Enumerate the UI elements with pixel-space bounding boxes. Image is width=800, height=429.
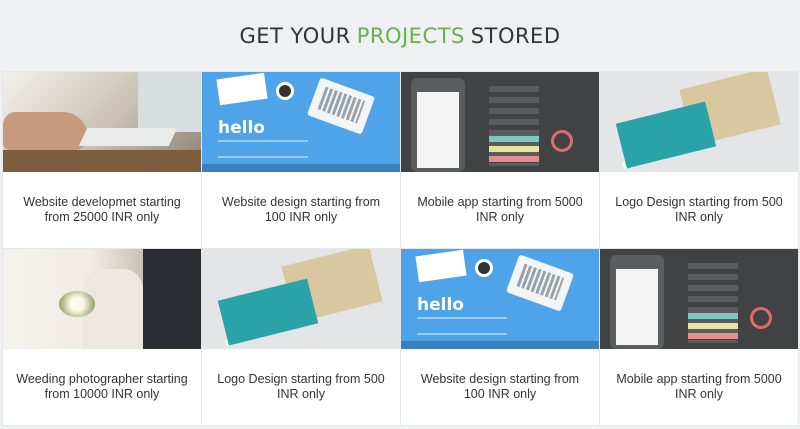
project-card-logo-design[interactable]: Logo Design starting from 500 INR only bbox=[600, 72, 798, 248]
project-caption: Mobile app starting from 5000 INR only bbox=[417, 195, 583, 224]
project-caption: Website design starting from 100 INR onl… bbox=[420, 372, 580, 401]
nav-bar-graphic bbox=[202, 164, 400, 172]
project-thumbnail[interactable] bbox=[600, 72, 798, 172]
project-thumbnail[interactable] bbox=[3, 72, 201, 172]
monitor-graphic bbox=[138, 72, 201, 132]
project-thumbnail[interactable]: hello bbox=[401, 249, 599, 349]
project-caption: Website developmet starting from 25000 I… bbox=[23, 195, 181, 224]
projects-grid: Website developmet starting from 25000 I… bbox=[3, 72, 800, 425]
coffee-cup-graphic bbox=[276, 82, 294, 100]
project-card-website-design[interactable]: hello Website design starting from 100 I… bbox=[401, 249, 599, 425]
ui-button-graphic bbox=[489, 136, 539, 142]
phone-screen-graphic bbox=[616, 269, 658, 345]
project-caption: Logo Design starting from 500 INR only bbox=[217, 372, 385, 401]
bouquet-graphic bbox=[59, 291, 95, 317]
title-accent: PROJECTS bbox=[356, 24, 465, 48]
project-thumbnail[interactable] bbox=[202, 249, 400, 349]
ui-panel-graphic bbox=[688, 263, 738, 343]
laptop-graphic bbox=[306, 77, 376, 135]
ui-button-graphic bbox=[688, 333, 738, 339]
nav-bar-graphic bbox=[401, 341, 599, 349]
ui-knob-graphic bbox=[551, 130, 573, 152]
business-card-front-graphic bbox=[615, 101, 717, 169]
text-lines-graphic bbox=[417, 317, 507, 335]
project-thumbnail[interactable]: hello bbox=[202, 72, 400, 172]
desk-graphic bbox=[3, 150, 201, 172]
keyboard-graphic bbox=[78, 128, 178, 146]
coffee-cup-graphic bbox=[475, 259, 493, 277]
laptop-graphic bbox=[505, 254, 575, 312]
project-thumbnail[interactable] bbox=[600, 249, 798, 349]
project-card-website-development[interactable]: Website developmet starting from 25000 I… bbox=[3, 72, 201, 248]
project-caption: Website design starting from 100 INR onl… bbox=[221, 195, 381, 224]
project-card-mobile-app[interactable]: Mobile app starting from 5000 INR only bbox=[600, 249, 798, 425]
project-caption: Weeding photographer starting from 10000… bbox=[16, 372, 188, 401]
project-card-mobile-app[interactable]: Mobile app starting from 5000 INR only bbox=[401, 72, 599, 248]
title-post: STORED bbox=[470, 24, 561, 48]
hands-graphic bbox=[3, 112, 88, 150]
business-card-front-graphic bbox=[217, 278, 319, 346]
ui-button-graphic bbox=[489, 156, 539, 162]
ui-button-graphic bbox=[688, 313, 738, 319]
title-pre: GET YOUR bbox=[239, 24, 351, 48]
ui-button-graphic bbox=[489, 146, 539, 152]
ui-button-graphic bbox=[688, 323, 738, 329]
section-title: GET YOUR PROJECTS STORED bbox=[0, 0, 800, 72]
papers-graphic bbox=[216, 72, 268, 106]
ui-knob-graphic bbox=[750, 307, 772, 329]
project-thumbnail[interactable] bbox=[401, 72, 599, 172]
ui-panel-graphic bbox=[489, 86, 539, 166]
groom-suit-graphic bbox=[143, 249, 201, 349]
project-caption: Logo Design starting from 500 INR only bbox=[615, 195, 783, 224]
text-lines-graphic bbox=[218, 140, 308, 158]
project-card-logo-design[interactable]: Logo Design starting from 500 INR only bbox=[202, 249, 400, 425]
project-card-wedding-photography[interactable]: Weeding photographer starting from 10000… bbox=[3, 249, 201, 425]
papers-graphic bbox=[415, 249, 467, 283]
phone-screen-graphic bbox=[417, 92, 459, 168]
project-card-website-design[interactable]: hello Website design starting from 100 I… bbox=[202, 72, 400, 248]
project-thumbnail[interactable] bbox=[3, 249, 201, 349]
hello-text: hello bbox=[417, 295, 464, 315]
hello-text: hello bbox=[218, 118, 265, 138]
project-caption: Mobile app starting from 5000 INR only bbox=[616, 372, 782, 401]
